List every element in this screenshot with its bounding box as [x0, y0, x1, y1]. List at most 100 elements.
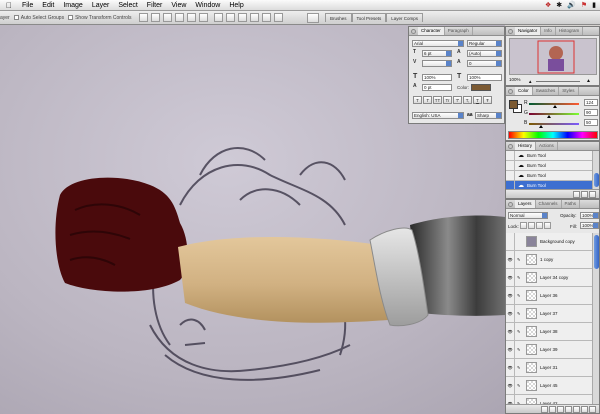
new-document-icon[interactable] — [573, 190, 580, 198]
horizontal-scale-field[interactable]: 100% — [467, 74, 502, 81]
trash-icon[interactable] — [589, 405, 596, 413]
align-center-icon[interactable] — [186, 13, 196, 22]
tab-history[interactable]: History — [515, 142, 537, 150]
distribute-bottom-icon[interactable] — [237, 13, 247, 22]
visibility-eye-icon[interactable]: 👁 — [506, 323, 515, 340]
menu-edit[interactable]: Edit — [42, 2, 54, 9]
zoom-in-icon[interactable]: ▲ — [586, 78, 591, 84]
tab-actions[interactable]: Actions — [536, 142, 558, 150]
font-style-select[interactable]: Regular — [467, 40, 502, 47]
opacity-field[interactable]: 100% — [580, 212, 599, 219]
align-middle-icon[interactable] — [150, 13, 160, 22]
layer-name[interactable]: Layer 36 — [540, 293, 558, 298]
menu-file[interactable]: File — [22, 2, 33, 9]
well-tab-layer-comps[interactable]: Layer Comps — [386, 13, 424, 22]
close-icon[interactable] — [508, 89, 513, 94]
underline-button[interactable]: T — [473, 96, 482, 104]
lock-transparency-icon[interactable] — [520, 222, 527, 229]
distribute-right-icon[interactable] — [273, 13, 283, 22]
visibility-eye-icon[interactable] — [506, 233, 515, 250]
align-left-icon[interactable] — [174, 13, 184, 22]
tab-swatches[interactable]: Swatches — [533, 87, 560, 95]
layer-name[interactable]: Layer 34 copy — [540, 275, 568, 280]
red-slider[interactable] — [529, 103, 579, 108]
menu-help[interactable]: Help — [229, 2, 243, 9]
distribute-left-icon[interactable] — [249, 13, 259, 22]
history-scrollbar[interactable] — [592, 151, 599, 191]
faux-bold-button[interactable]: T — [413, 96, 422, 104]
layer-name[interactable]: Layer 38 — [540, 329, 558, 334]
tab-styles[interactable]: Styles — [559, 87, 579, 95]
layers-scroll-thumb[interactable] — [594, 235, 599, 269]
lock-position-icon[interactable] — [536, 222, 543, 229]
font-family-select[interactable]: Arial — [412, 40, 464, 47]
navigator-preview[interactable] — [509, 38, 597, 75]
green-slider[interactable] — [529, 113, 579, 118]
faux-italic-button[interactable]: T — [423, 96, 432, 104]
channel-r-value[interactable]: 124 — [584, 99, 598, 106]
history-item[interactable]: ☁ Burn Tool — [506, 161, 594, 171]
visibility-eye-icon[interactable]: 👁 — [506, 305, 515, 322]
history-scroll-thumb[interactable] — [594, 173, 599, 187]
layer-row[interactable]: 👁 ✎ Layer 34 copy — [506, 269, 594, 287]
layer-row[interactable]: Background copy — [506, 233, 594, 251]
tab-paragraph[interactable]: Paragraph — [445, 27, 473, 35]
visibility-eye-icon[interactable]: 👁 — [506, 359, 515, 376]
color-spectrum-bar[interactable] — [508, 131, 598, 139]
small-caps-button[interactable]: Tr — [443, 96, 452, 104]
adjustment-layer-icon[interactable] — [565, 405, 572, 413]
flag-icon[interactable]: ⚑ — [581, 1, 587, 9]
menu-image[interactable]: Image — [63, 2, 82, 9]
green-slider-thumb[interactable] — [546, 115, 551, 118]
show-transform-checkbox[interactable]: Show Transform Controls — [68, 15, 132, 21]
history-item[interactable]: ☁ Burn Tool — [506, 151, 594, 161]
zoom-out-icon[interactable]: ▲ — [528, 79, 532, 84]
tab-navigator[interactable]: Navigator — [515, 27, 542, 35]
history-source-icon[interactable] — [506, 161, 515, 170]
layer-name[interactable]: Layer 39 — [540, 347, 558, 352]
text-color-swatch[interactable] — [471, 84, 491, 91]
layer-name[interactable]: Layer 31 — [540, 365, 558, 370]
menu-filter[interactable]: Filter — [147, 2, 163, 9]
history-source-icon[interactable] — [506, 151, 515, 160]
menu-view[interactable]: View — [171, 2, 186, 9]
bluetooth-icon[interactable]: ✱ — [556, 1, 562, 9]
tab-paths[interactable]: Paths — [562, 200, 581, 208]
layer-row[interactable]: 👁 ✎ 1 copy — [506, 251, 594, 269]
lock-all-icon[interactable] — [544, 222, 551, 229]
history-item[interactable]: ☁ Burn Tool — [506, 171, 594, 181]
visibility-eye-icon[interactable]: 👁 — [506, 341, 515, 358]
tracking-field[interactable]: 0 — [467, 60, 502, 67]
align-right-icon[interactable] — [198, 13, 208, 22]
channel-g-value[interactable]: 90 — [584, 109, 598, 116]
close-icon[interactable] — [508, 29, 513, 34]
new-group-icon[interactable] — [573, 405, 580, 413]
tab-info[interactable]: Info — [541, 27, 556, 35]
baseline-field[interactable]: 0 pt — [422, 84, 452, 91]
subscript-button[interactable]: T, — [463, 96, 472, 104]
zoom-slider[interactable] — [536, 81, 580, 82]
zoom-value[interactable]: 100% — [509, 77, 521, 82]
blend-mode-select[interactable]: Normal — [508, 212, 548, 219]
blue-slider[interactable] — [529, 123, 579, 128]
tab-channels[interactable]: Channels — [536, 200, 562, 208]
align-bottom-icon[interactable] — [162, 13, 172, 22]
well-tab-tool-presets[interactable]: Tool Presets — [351, 13, 387, 22]
well-tab-brushes[interactable]: Brushes — [325, 13, 352, 22]
lock-image-icon[interactable] — [528, 222, 535, 229]
menu-select[interactable]: Select — [118, 2, 137, 9]
layer-row[interactable]: 👁 ✎ Layer 38 — [506, 323, 594, 341]
tab-color[interactable]: Color — [515, 87, 533, 95]
layer-name[interactable]: 1 copy — [540, 257, 553, 262]
tab-histogram[interactable]: Histogram — [556, 27, 584, 35]
layers-scrollbar[interactable] — [592, 233, 599, 406]
new-snapshot-icon[interactable] — [581, 190, 588, 198]
layer-mask-icon[interactable] — [557, 405, 564, 413]
link-layers-icon[interactable] — [541, 405, 548, 413]
close-icon[interactable] — [508, 144, 513, 149]
layer-name[interactable]: Layer 45 — [540, 383, 558, 388]
strikethrough-button[interactable]: Ŧ — [483, 96, 492, 104]
red-slider-thumb[interactable] — [553, 105, 558, 108]
layer-name[interactable]: Layer 37 — [540, 311, 558, 316]
channel-b-value[interactable]: 50 — [584, 119, 598, 126]
